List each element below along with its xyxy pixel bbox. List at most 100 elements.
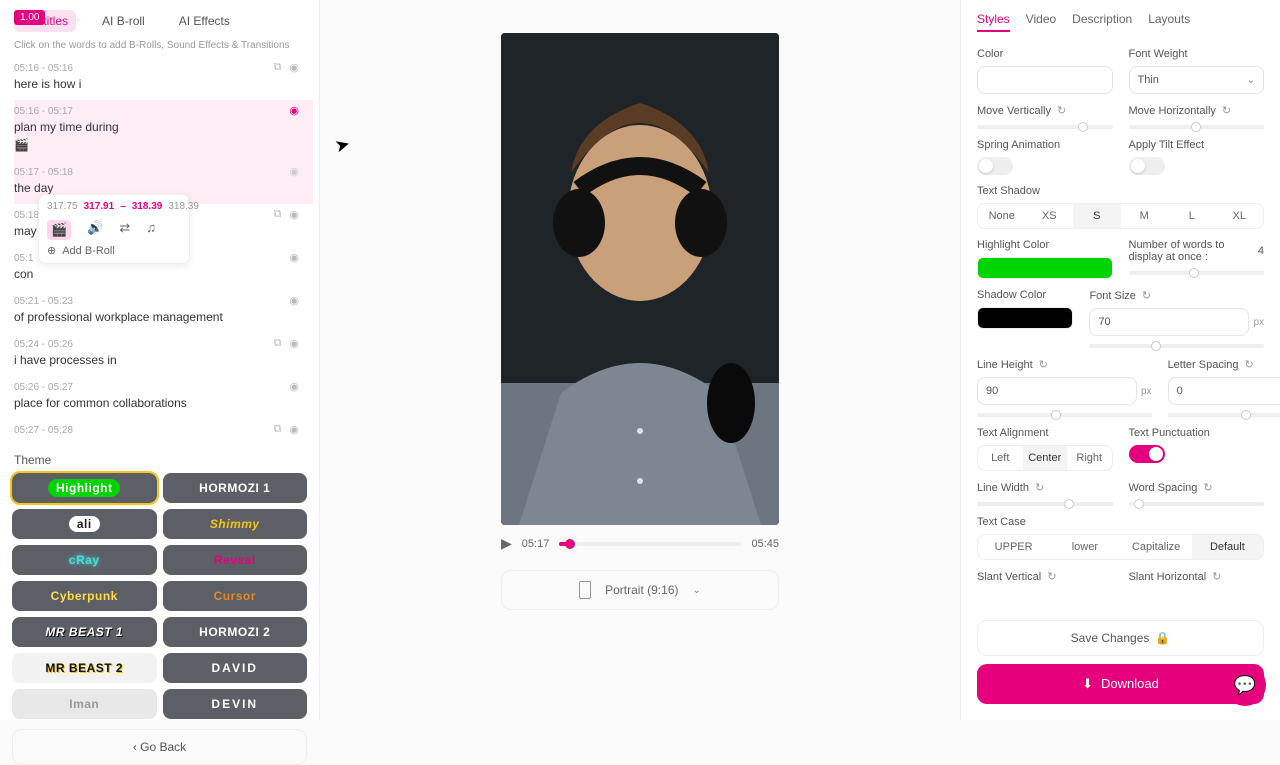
tab-ai-effects[interactable]: AI Effects (171, 10, 238, 32)
case-lower[interactable]: lower (1049, 535, 1120, 559)
eye-icon[interactable]: ◉ (289, 294, 299, 307)
eye-icon[interactable]: ◉ (289, 337, 299, 350)
theme-highlight[interactable]: Highlight (12, 473, 157, 503)
copy-icon[interactable]: ⧉ (274, 208, 282, 221)
font-size-input[interactable] (1089, 308, 1249, 336)
eye-icon[interactable]: ◉ (289, 208, 299, 221)
theme-devin[interactable]: DEVIN (163, 689, 308, 719)
reset-icon[interactable]: ↻ (1035, 481, 1044, 494)
theme-hormozi1[interactable]: HORMOZI 1 (163, 473, 308, 503)
eye-icon[interactable]: ◉ (289, 165, 299, 178)
theme-shimmy[interactable]: Shimmy (163, 509, 308, 539)
theme-iman[interactable]: Iman (12, 689, 157, 719)
spring-animation-toggle[interactable] (977, 157, 1013, 175)
tab-video[interactable]: Video (1026, 12, 1056, 32)
reset-icon[interactable]: ↻ (1212, 570, 1221, 583)
time-start[interactable]: 317.91 (84, 201, 115, 212)
reset-icon[interactable]: ↻ (1245, 358, 1254, 371)
eye-icon[interactable]: ◉ (289, 251, 299, 264)
tab-ai-broll[interactable]: AI B-roll (94, 10, 153, 32)
video-preview[interactable] (501, 33, 779, 525)
shadow-s[interactable]: S (1073, 204, 1121, 228)
subtitle-row[interactable]: 05:24 - 05:26 i have processes in ⧉◉ (14, 333, 313, 376)
theme-cyberpunk[interactable]: Cyberpunk (12, 581, 157, 611)
portrait-icon (579, 581, 591, 599)
move-horizontally-slider[interactable] (1129, 125, 1265, 129)
subtitle-time: 05:24 - 05:26 (14, 339, 313, 350)
copy-icon[interactable]: ⧉ (274, 423, 282, 436)
subtitle-time: 05:21 - 05:23 (14, 296, 313, 307)
align-center[interactable]: Center (1023, 446, 1068, 470)
color-input[interactable] (977, 66, 1113, 94)
line-height-slider[interactable] (977, 413, 1152, 417)
broll-icon[interactable]: 🎬 (47, 220, 71, 240)
theme-mrbeast1[interactable]: MR BEAST 1 (12, 617, 157, 647)
subtitle-row[interactable]: 05:26 - 05:27 place for common collabora… (14, 376, 313, 419)
subtitle-row[interactable]: 05:16 - 05:16 here is how i ⧉◉ (14, 57, 313, 100)
theme-cursor[interactable]: Cursor (163, 581, 308, 611)
tab-layouts[interactable]: Layouts (1148, 12, 1190, 32)
words-count-slider[interactable] (1129, 271, 1265, 275)
shadow-color-swatch[interactable] (977, 307, 1073, 329)
timeline-scrubber[interactable] (559, 542, 741, 546)
reset-icon[interactable]: ↻ (1057, 104, 1066, 117)
add-broll-button[interactable]: ⊕Add B-Roll (47, 244, 181, 257)
sound-icon[interactable]: 🔊 (87, 220, 103, 240)
highlight-color-swatch[interactable] (977, 257, 1113, 279)
theme-cray[interactable]: cRay (12, 545, 157, 575)
eye-icon[interactable]: ◉ (289, 380, 299, 393)
letter-spacing-input[interactable] (1168, 377, 1280, 405)
theme-david[interactable]: DAVID (163, 653, 308, 683)
go-back-label: Go Back (140, 740, 186, 754)
theme-hormozi2[interactable]: HORMOZI 2 (163, 617, 308, 647)
align-left[interactable]: Left (978, 446, 1023, 470)
word-spacing-slider[interactable] (1129, 502, 1265, 506)
subtitle-row[interactable]: 05:16 - 05:17 plan my time during 🎬 ◉ (14, 100, 313, 161)
line-height-input[interactable] (977, 377, 1137, 405)
theme-ali[interactable]: ali (12, 509, 157, 539)
copy-icon[interactable]: ⧉ (274, 61, 282, 74)
tilt-effect-toggle[interactable] (1129, 157, 1165, 175)
move-vertically-slider[interactable] (977, 125, 1113, 129)
case-upper[interactable]: UPPER (978, 535, 1049, 559)
reset-icon[interactable]: ↻ (1203, 481, 1212, 494)
chat-fab[interactable]: 💬 (1224, 664, 1266, 706)
reset-icon[interactable]: ↻ (1222, 104, 1231, 117)
theme-reveal[interactable]: Reveal (163, 545, 308, 575)
reset-icon[interactable]: ↻ (1142, 289, 1151, 302)
font-weight-select[interactable]: Thin⌄ (1129, 66, 1265, 94)
theme-mrbeast2[interactable]: MR BEAST 2 (12, 653, 157, 683)
shadow-xs[interactable]: XS (1026, 204, 1074, 228)
go-back-button[interactable]: ‹ Go Back (12, 729, 307, 765)
broll-marker-icon[interactable]: 🎬 (14, 138, 29, 152)
case-capitalize[interactable]: Capitalize (1121, 535, 1192, 559)
save-changes-button[interactable]: Save Changes🔒 (977, 620, 1264, 656)
letter-spacing-slider[interactable] (1168, 413, 1280, 417)
shadow-none[interactable]: None (978, 204, 1026, 228)
text-punctuation-toggle[interactable] (1129, 445, 1165, 463)
eye-icon[interactable]: ◉ (289, 423, 299, 436)
play-icon[interactable]: ▶ (501, 535, 512, 552)
copy-icon[interactable]: ⧉ (274, 337, 282, 350)
align-right[interactable]: Right (1067, 446, 1112, 470)
music-icon[interactable]: ♫ (146, 220, 156, 240)
subtitle-row[interactable]: 05:21 - 05:23 of professional workplace … (14, 290, 313, 333)
transition-icon[interactable]: ⇄ (119, 220, 130, 240)
download-button[interactable]: ⬇Download (977, 664, 1264, 704)
subtitle-row[interactable]: 05:27 - 05:28 ⧉◉ (14, 419, 313, 445)
shadow-xl[interactable]: XL (1216, 204, 1264, 228)
eye-icon[interactable]: ◉ (289, 61, 299, 74)
line-width-slider[interactable] (977, 502, 1113, 506)
shadow-l[interactable]: L (1168, 204, 1216, 228)
shadow-m[interactable]: M (1121, 204, 1169, 228)
eye-icon[interactable]: ◉ (289, 104, 299, 117)
aspect-ratio-select[interactable]: Portrait (9:16) ⌄ (501, 570, 779, 610)
time-end[interactable]: 318.39 (132, 201, 163, 212)
tab-styles[interactable]: Styles (977, 12, 1010, 32)
reset-icon[interactable]: ↻ (1047, 570, 1056, 583)
tab-description[interactable]: Description (1072, 12, 1132, 32)
case-default[interactable]: Default (1192, 535, 1263, 559)
font-weight-label: Font Weight (1129, 48, 1265, 60)
reset-icon[interactable]: ↻ (1039, 358, 1048, 371)
font-size-slider[interactable] (1089, 344, 1264, 348)
